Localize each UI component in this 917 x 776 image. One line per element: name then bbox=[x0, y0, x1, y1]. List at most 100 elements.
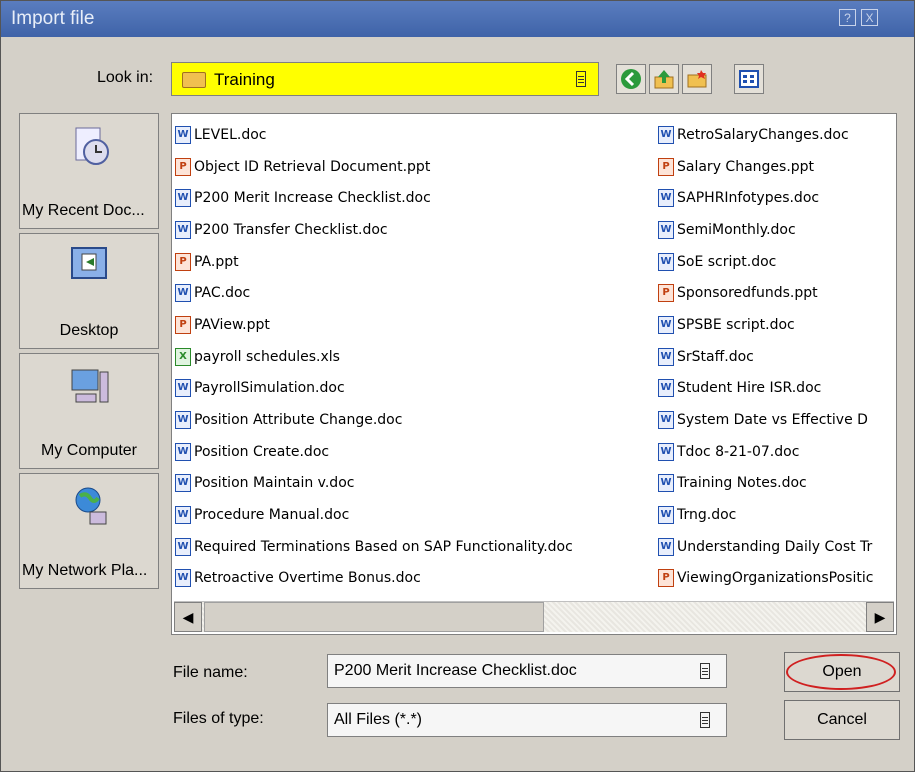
files-of-type-select[interactable]: All Files (*.*) bbox=[327, 703, 727, 737]
file-item[interactable]: W SAPHRInfotypes.doc bbox=[658, 182, 873, 214]
scroll-left-button[interactable]: ◀ bbox=[174, 602, 202, 632]
file-name: SemiMonthly.doc bbox=[677, 221, 796, 238]
file-item[interactable]: W Student Hire ISR.doc bbox=[658, 373, 873, 405]
word-document-icon: W bbox=[175, 506, 191, 525]
file-item[interactable]: P Object ID Retrieval Document.ppt bbox=[175, 151, 573, 183]
place-my-recent-documents[interactable]: My Recent Doc... bbox=[19, 113, 159, 229]
help-button[interactable]: ? bbox=[839, 9, 856, 26]
new-folder-icon bbox=[687, 70, 707, 88]
title-bar[interactable]: Import file ? X bbox=[1, 1, 914, 37]
word-document-icon: W bbox=[658, 315, 674, 334]
file-column-2: W RetroSalaryChanges.doc P Salary Changes.p… bbox=[658, 119, 873, 594]
dropdown-icon[interactable] bbox=[700, 663, 710, 679]
file-item[interactable]: W SoE script.doc bbox=[658, 246, 873, 278]
word-document-icon: W bbox=[658, 537, 674, 556]
file-item[interactable]: W PayrollSimulation.doc bbox=[175, 373, 573, 405]
file-name: P200 Transfer Checklist.doc bbox=[194, 221, 388, 238]
place-label: Desktop bbox=[59, 322, 119, 339]
file-item[interactable]: P ViewingOrganizationsPositic bbox=[658, 563, 873, 595]
dropdown-icon[interactable] bbox=[576, 71, 586, 87]
new-folder-button[interactable] bbox=[682, 64, 712, 94]
file-name: RetroSalaryChanges.doc bbox=[677, 126, 849, 143]
file-name: SAPHRInfotypes.doc bbox=[677, 190, 820, 207]
my-computer-icon bbox=[71, 369, 109, 403]
file-item[interactable]: W Position Maintain v.doc bbox=[175, 468, 573, 500]
file-item[interactable]: W P200 Transfer Checklist.doc bbox=[175, 214, 573, 246]
file-item[interactable]: W Retroactive Overtime Bonus.doc bbox=[175, 563, 573, 595]
dialog-title: Import file bbox=[11, 8, 95, 29]
look-in-value: Training bbox=[214, 70, 275, 89]
word-document-icon: W bbox=[658, 442, 674, 461]
scroll-right-button[interactable]: ▶ bbox=[866, 602, 894, 632]
word-document-icon: W bbox=[175, 411, 191, 430]
file-item[interactable]: P PA.ppt bbox=[175, 246, 573, 278]
horizontal-scrollbar[interactable]: ◀ ▶ bbox=[174, 601, 894, 632]
file-name: Student Hire ISR.doc bbox=[677, 380, 822, 397]
powerpoint-file-icon: P bbox=[175, 315, 191, 334]
file-item[interactable]: W Tdoc 8-21-07.doc bbox=[658, 436, 873, 468]
word-document-icon: W bbox=[658, 252, 674, 271]
file-name: Position Create.doc bbox=[194, 443, 330, 460]
word-document-icon: W bbox=[175, 284, 191, 303]
file-item[interactable]: Xpayroll schedules.xls bbox=[175, 341, 573, 373]
file-item[interactable]: W System Date vs Effective D bbox=[658, 404, 873, 436]
file-item[interactable]: W SemiMonthly.doc bbox=[658, 214, 873, 246]
file-name: Required Terminations Based on SAP Funct… bbox=[194, 538, 573, 555]
back-arrow-icon bbox=[621, 69, 641, 89]
place-my-computer[interactable]: My Computer bbox=[19, 353, 159, 469]
file-item[interactable]: W Training Notes.doc bbox=[658, 468, 873, 500]
file-item[interactable]: W LEVEL.doc bbox=[175, 119, 573, 151]
file-item[interactable]: W Position Attribute Change.doc bbox=[175, 404, 573, 436]
file-list[interactable]: W LEVEL.doc P Object ID Retrieval Document.… bbox=[171, 113, 897, 635]
file-column-1: W LEVEL.doc P Object ID Retrieval Document.… bbox=[175, 119, 573, 594]
word-document-icon: W bbox=[175, 220, 191, 239]
place-label: My Recent Doc... bbox=[22, 202, 145, 219]
word-document-icon: W bbox=[175, 189, 191, 208]
word-document-icon: W bbox=[175, 442, 191, 461]
word-document-icon: W bbox=[658, 189, 674, 208]
file-item[interactable]: W PAC.doc bbox=[175, 277, 573, 309]
file-item[interactable]: W Position Create.doc bbox=[175, 436, 573, 468]
file-item[interactable]: P Salary Changes.ppt bbox=[658, 151, 873, 183]
file-name-value: P200 Merit Increase Checklist.doc bbox=[334, 662, 577, 679]
desktop-icon bbox=[71, 247, 107, 279]
file-item[interactable]: W Understanding Daily Cost Tr bbox=[658, 531, 873, 563]
word-document-icon: W bbox=[175, 474, 191, 493]
file-name-input[interactable]: P200 Merit Increase Checklist.doc bbox=[327, 654, 727, 688]
word-document-icon: W bbox=[658, 474, 674, 493]
file-name: payroll schedules.xls bbox=[194, 348, 340, 365]
file-item[interactable]: W SrStaff.doc bbox=[658, 341, 873, 373]
file-name: Position Attribute Change.doc bbox=[194, 412, 403, 429]
file-item[interactable]: W Procedure Manual.doc bbox=[175, 499, 573, 531]
files-of-type-label: Files of type: bbox=[173, 710, 264, 727]
file-item[interactable]: W RetroSalaryChanges.doc bbox=[658, 119, 873, 151]
file-item[interactable]: W Trng.doc bbox=[658, 499, 873, 531]
file-name: Retroactive Overtime Bonus.doc bbox=[194, 570, 421, 587]
places-bar: My Recent Doc... Desktop My Computer My … bbox=[19, 113, 159, 599]
back-button[interactable] bbox=[616, 64, 646, 94]
file-name: Salary Changes.ppt bbox=[677, 158, 815, 175]
file-name: PA.ppt bbox=[194, 253, 239, 270]
file-item[interactable]: W P200 Merit Increase Checklist.doc bbox=[175, 182, 573, 214]
look-in-label: Look in: bbox=[97, 69, 154, 86]
file-item[interactable]: P Sponsoredfunds.ppt bbox=[658, 277, 873, 309]
file-name: SoE script.doc bbox=[677, 253, 777, 270]
up-one-level-button[interactable] bbox=[649, 64, 679, 94]
place-my-network-places[interactable]: My Network Pla... bbox=[19, 473, 159, 589]
file-item[interactable]: P PAView.ppt bbox=[175, 309, 573, 341]
file-name: PAView.ppt bbox=[194, 316, 270, 333]
views-menu-button[interactable] bbox=[734, 64, 764, 94]
dropdown-icon[interactable] bbox=[700, 712, 710, 728]
file-item[interactable]: W Required Terminations Based on SAP Func… bbox=[175, 531, 573, 563]
file-name: Trng.doc bbox=[677, 507, 737, 524]
close-button[interactable]: X bbox=[861, 9, 878, 26]
file-item[interactable]: W SPSBE script.doc bbox=[658, 309, 873, 341]
place-label: My Computer bbox=[40, 442, 138, 459]
scroll-thumb[interactable] bbox=[204, 602, 544, 632]
place-desktop[interactable]: Desktop bbox=[19, 233, 159, 349]
open-button[interactable]: Open bbox=[784, 652, 900, 692]
word-document-icon: W bbox=[658, 220, 674, 239]
look-in-dropdown[interactable]: Training bbox=[171, 62, 599, 96]
cancel-button[interactable]: Cancel bbox=[784, 700, 900, 740]
place-label: My Network Pla... bbox=[22, 562, 148, 579]
